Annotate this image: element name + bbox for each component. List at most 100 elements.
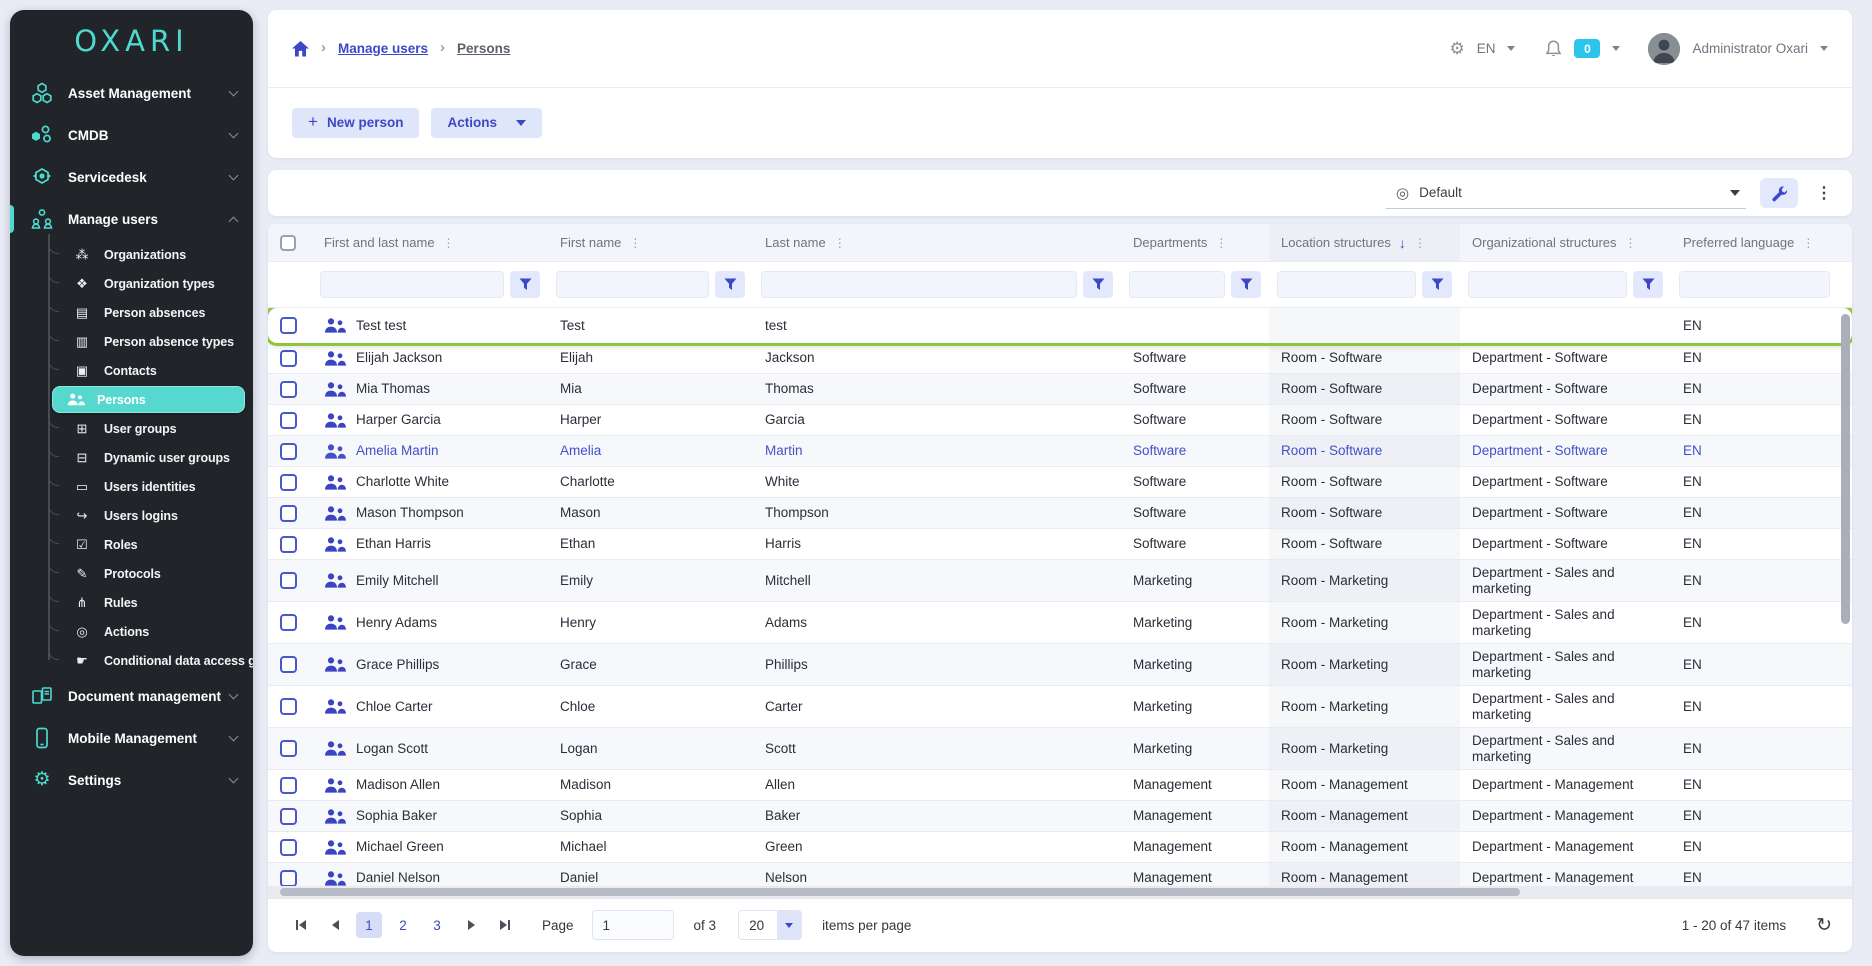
user-avatar[interactable] xyxy=(1648,33,1680,65)
column-header-first-and-last-name[interactable]: First and last name⋮ xyxy=(312,224,548,261)
filter-funnel-button[interactable] xyxy=(1231,271,1261,298)
breadcrumb-link-manage-users[interactable]: Manage users xyxy=(338,41,428,56)
notifications-bell-icon[interactable] xyxy=(1545,40,1562,58)
select-all-checkbox[interactable] xyxy=(280,235,296,251)
table-row-highlighted[interactable]: Test testTesttestEN xyxy=(268,308,1852,343)
notifications-caret-icon[interactable] xyxy=(1612,46,1620,51)
page-number-input[interactable] xyxy=(592,910,674,940)
row-checkbox[interactable] xyxy=(280,412,297,429)
table-row[interactable]: Daniel NelsonDanielNelsonManagementRoom … xyxy=(268,863,1852,886)
table-row[interactable]: Emily MitchellEmilyMitchellMarketingRoom… xyxy=(268,560,1852,602)
actions-dropdown-button[interactable]: Actions xyxy=(431,108,542,138)
vertical-scrollbar[interactable] xyxy=(1841,308,1850,886)
horizontal-scrollbar-thumb[interactable] xyxy=(280,888,1520,896)
filter-input-location-structures[interactable] xyxy=(1277,271,1416,298)
sidebar-item-actions[interactable]: ◎Actions xyxy=(10,617,253,646)
sidebar-item-roles[interactable]: ☑Roles xyxy=(10,530,253,559)
column-settings-button[interactable] xyxy=(1760,178,1798,208)
filter-input-first-name[interactable] xyxy=(556,271,709,298)
new-person-button[interactable]: + New person xyxy=(292,108,419,138)
row-checkbox[interactable] xyxy=(280,572,297,589)
row-checkbox[interactable] xyxy=(280,317,297,334)
filter-funnel-button[interactable] xyxy=(510,271,540,298)
refresh-icon[interactable]: ↻ xyxy=(1816,914,1832,937)
vertical-scrollbar-thumb[interactable] xyxy=(1841,314,1850,624)
column-header-organizational-structures[interactable]: Organizational structures⋮ xyxy=(1460,224,1671,261)
table-row[interactable]: Chloe CarterChloeCarterMarketingRoom - M… xyxy=(268,686,1852,728)
sidebar-item-rules[interactable]: ⋔Rules xyxy=(10,588,253,617)
row-checkbox[interactable] xyxy=(280,870,297,887)
row-checkbox[interactable] xyxy=(280,350,297,367)
sidebar-item-organizations[interactable]: ⁂Organizations xyxy=(10,240,253,269)
sidebar-item-contacts[interactable]: ▣Contacts xyxy=(10,356,253,385)
row-checkbox[interactable] xyxy=(280,698,297,715)
first-page-button[interactable] xyxy=(288,912,314,938)
row-checkbox[interactable] xyxy=(280,474,297,491)
row-checkbox[interactable] xyxy=(280,839,297,856)
language-caret-icon[interactable] xyxy=(1507,46,1515,51)
filter-funnel-button[interactable] xyxy=(1633,271,1663,298)
sidebar-item-users-logins[interactable]: ↪Users logins xyxy=(10,501,253,530)
filter-input-first-and-last-name[interactable] xyxy=(320,271,504,298)
filter-funnel-button[interactable] xyxy=(1083,271,1113,298)
filter-input-preferred-language[interactable] xyxy=(1679,271,1830,298)
page-button-3[interactable]: 3 xyxy=(424,912,450,938)
table-row[interactable]: Mia ThomasMiaThomasSoftwareRoom - Softwa… xyxy=(268,374,1852,405)
filter-funnel-button[interactable] xyxy=(1422,271,1452,298)
column-menu-kebab-icon[interactable]: ⋮ xyxy=(1802,236,1815,250)
table-row[interactable]: Mason ThompsonMasonThompsonSoftwareRoom … xyxy=(268,498,1852,529)
table-row[interactable]: Sophia BakerSophiaBakerManagementRoom - … xyxy=(268,801,1852,832)
sidebar-item-servicedesk[interactable]: Servicedesk xyxy=(10,156,253,198)
column-menu-kebab-icon[interactable]: ⋮ xyxy=(834,236,847,250)
sidebar-item-user-groups[interactable]: ⊞User groups xyxy=(10,414,253,443)
view-select[interactable]: ◎ Default xyxy=(1386,177,1746,209)
page-button-1[interactable]: 1 xyxy=(356,912,382,938)
row-checkbox[interactable] xyxy=(280,443,297,460)
filter-input-last-name[interactable] xyxy=(761,271,1077,298)
column-header-last-name[interactable]: Last name⋮ xyxy=(753,224,1121,261)
row-checkbox[interactable] xyxy=(280,536,297,553)
home-icon[interactable] xyxy=(292,41,309,57)
row-checkbox[interactable] xyxy=(280,614,297,631)
column-menu-kebab-icon[interactable]: ⋮ xyxy=(1414,236,1427,250)
sidebar-item-asset-management[interactable]: Asset Management xyxy=(10,72,253,114)
table-row[interactable]: Ethan HarrisEthanHarrisSoftwareRoom - So… xyxy=(268,529,1852,560)
horizontal-scrollbar[interactable] xyxy=(268,886,1852,898)
grid-menu-kebab-icon[interactable]: ⋮ xyxy=(1812,183,1836,203)
sidebar-item-protocols[interactable]: ✎Protocols xyxy=(10,559,253,588)
sidebar-item-persons[interactable]: Persons xyxy=(52,386,245,413)
row-checkbox[interactable] xyxy=(280,777,297,794)
column-header-location-structures[interactable]: Location structures↓⋮ xyxy=(1269,224,1460,261)
filter-funnel-button[interactable] xyxy=(715,271,745,298)
user-menu-caret-icon[interactable] xyxy=(1820,46,1828,51)
next-page-button[interactable] xyxy=(458,912,484,938)
sidebar-item-dynamic-user-groups[interactable]: ⊟Dynamic user groups xyxy=(10,443,253,472)
language-selector-value[interactable]: EN xyxy=(1477,41,1496,56)
sidebar-item-mobile-management[interactable]: Mobile Management xyxy=(10,717,253,759)
sidebar-item-settings[interactable]: ⚙Settings xyxy=(10,759,253,801)
column-header-departments[interactable]: Departments⋮ xyxy=(1121,224,1269,261)
filter-input-departments[interactable] xyxy=(1129,271,1225,298)
table-row[interactable]: Madison AllenMadisonAllenManagementRoom … xyxy=(268,770,1852,801)
column-header-preferred-language[interactable]: Preferred language⋮ xyxy=(1671,224,1838,261)
previous-page-button[interactable] xyxy=(322,912,348,938)
sidebar-item-manage-users[interactable]: Manage users xyxy=(10,198,253,240)
sidebar-item-person-absences[interactable]: ▤Person absences xyxy=(10,298,253,327)
row-checkbox[interactable] xyxy=(280,740,297,757)
sidebar-item-organization-types[interactable]: ❖Organization types xyxy=(10,269,253,298)
sidebar-item-person-absence-types[interactable]: ▥Person absence types xyxy=(10,327,253,356)
sidebar-item-users-identities[interactable]: ▭Users identities xyxy=(10,472,253,501)
column-menu-kebab-icon[interactable]: ⋮ xyxy=(1215,236,1228,250)
table-row[interactable]: Amelia MartinAmeliaMartinSoftwareRoom - … xyxy=(268,436,1852,467)
column-menu-kebab-icon[interactable]: ⋮ xyxy=(629,236,642,250)
page-size-select[interactable]: 20 xyxy=(738,910,802,940)
filter-input-organizational-structures[interactable] xyxy=(1468,271,1627,298)
last-page-button[interactable] xyxy=(492,912,518,938)
user-name-label[interactable]: Administrator Oxari xyxy=(1692,41,1808,56)
row-checkbox[interactable] xyxy=(280,808,297,825)
table-row[interactable]: Grace PhillipsGracePhillipsMarketingRoom… xyxy=(268,644,1852,686)
table-row[interactable]: Logan ScottLoganScottMarketingRoom - Mar… xyxy=(268,728,1852,770)
table-row[interactable]: Michael GreenMichaelGreenManagementRoom … xyxy=(268,832,1852,863)
sidebar-item-cmdb[interactable]: CMDB xyxy=(10,114,253,156)
table-row[interactable]: Charlotte WhiteCharlotteWhiteSoftwareRoo… xyxy=(268,467,1852,498)
